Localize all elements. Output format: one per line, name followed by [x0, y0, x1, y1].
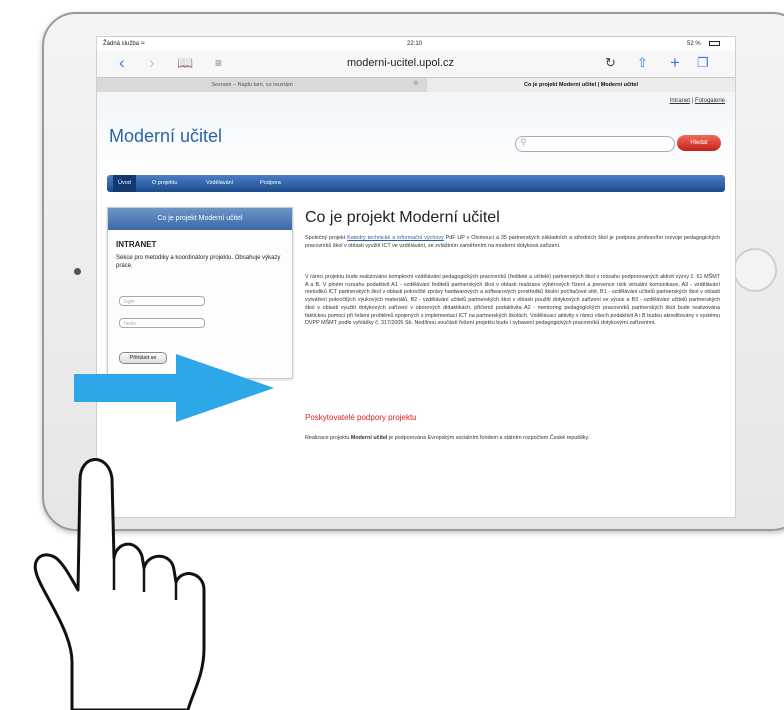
main-nav: Úvod O projektu Vzdělávání Podpora	[107, 175, 725, 192]
tab-label: Seznam – Najdu tam, co neznám	[211, 82, 293, 88]
home-button[interactable]	[733, 248, 777, 292]
sidebar-header: Co je projekt Moderní učitel	[108, 208, 292, 230]
close-tab-icon[interactable]: ⊗	[413, 79, 419, 87]
link-separator: |	[691, 98, 694, 104]
password-input[interactable]: heslo	[119, 318, 205, 328]
new-tab-icon[interactable]: +	[670, 53, 680, 73]
page-title: Co je projekt Moderní učitel	[305, 209, 500, 226]
back-icon[interactable]: ‹	[119, 53, 125, 73]
pointer-arrow-icon	[74, 354, 274, 422]
project-name: Moderní učitel	[350, 435, 388, 441]
bookmarks-icon[interactable]: 📖	[177, 53, 193, 73]
status-bar: Žádná služba ≈ 22:10 52 %	[97, 37, 735, 51]
address-bar[interactable]: moderni-ucitel.upol.cz	[347, 57, 454, 69]
carrier-label: Žádná služba	[103, 41, 140, 47]
nav-item-o-projektu[interactable]: O projektu	[147, 175, 182, 192]
search-icon: ⚲	[520, 137, 527, 147]
battery-icon	[709, 41, 720, 46]
detail-paragraph: V rámci projektu bude realizováno komple…	[305, 274, 720, 327]
intranet-link[interactable]: Intranet	[670, 98, 690, 104]
browser-tab-seznam[interactable]: Seznam – Najdu tam, co neznám	[97, 78, 407, 92]
top-links: Intranet | Fotogalerie	[670, 98, 725, 104]
share-icon[interactable]: ⇧	[637, 53, 648, 73]
site-logo[interactable]: Moderní učitel	[109, 126, 222, 147]
pointing-hand-icon	[33, 458, 206, 710]
intro-paragraph: Společný projekt Katedry technické a inf…	[305, 235, 720, 250]
nav-item-podpora[interactable]: Podpora	[255, 175, 286, 192]
browser-tab-strip: Seznam – Najdu tam, co neznám ⊗ Co je pr…	[97, 77, 735, 93]
tab-label: Co je projekt Moderní učitel | Moderní u…	[524, 82, 638, 88]
text-run: Společný projekt	[305, 235, 348, 241]
nav-item-uvod[interactable]: Úvod	[113, 175, 136, 192]
search-input[interactable]: ⚲	[515, 136, 675, 152]
department-link[interactable]: Katedry technické a informační výchovy	[347, 235, 444, 241]
fotogalerie-link[interactable]: Fotogalerie	[695, 98, 725, 104]
clock: 22:10	[407, 41, 423, 47]
browser-tab-active[interactable]: Co je projekt Moderní učitel | Moderní u…	[427, 78, 735, 92]
section-heading: Poskytovatelé podpory projektu	[305, 413, 417, 422]
camera-icon	[74, 268, 81, 275]
forward-icon[interactable]: ›	[149, 53, 155, 73]
sidebar-title: INTRANET	[116, 240, 157, 249]
battery-percent: 52 %	[687, 41, 701, 47]
wifi-icon: ≈	[141, 40, 145, 47]
search-button[interactable]: Hledat	[677, 135, 721, 151]
support-paragraph: Realizace projektu Moderní učitel je pod…	[305, 435, 720, 443]
sidebar-description: Sekce pro metodiky a koordinátory projek…	[116, 255, 281, 269]
browser-toolbar: ‹ › 📖 ≡ moderni-ucitel.upol.cz ↻ ⇧ + ❐	[97, 51, 735, 77]
text-run: Realizace projektu	[305, 435, 351, 441]
reader-icon[interactable]: ≡	[215, 53, 222, 73]
text-run: je podporována Evropským sociálním fonde…	[387, 435, 590, 441]
nav-item-vzdelavani[interactable]: Vzdělávání	[201, 175, 238, 192]
tabs-icon[interactable]: ❐	[697, 53, 709, 73]
login-input[interactable]: login	[119, 296, 205, 306]
reload-icon[interactable]: ↻	[605, 53, 616, 73]
